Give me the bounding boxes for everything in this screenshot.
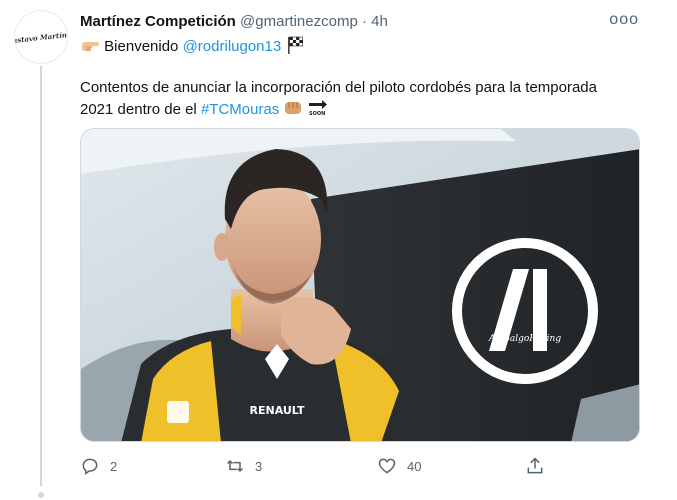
welcome-line: Bienvenido @rodrilugon13 (80, 36, 305, 57)
retweet-count: 3 (255, 458, 263, 474)
welcome-text: Bienvenido (104, 38, 179, 55)
heart-icon (378, 458, 396, 474)
like-count: 40 (407, 458, 422, 474)
oncoming-fist-emoji (285, 102, 302, 114)
tweet-header: Martínez Competición @gmartinezcomp · 4h (80, 12, 388, 32)
retweet-icon (226, 459, 244, 473)
backhand-index-pointing-right-emoji (82, 42, 99, 51)
tweet-body-text: Contentos de anunciar la incorporación d… (80, 79, 597, 118)
thread-line (40, 66, 42, 486)
svg-text:SOON: SOON (309, 111, 325, 117)
reply-icon (82, 458, 98, 475)
like-button[interactable]: 40 (377, 452, 421, 480)
display-name[interactable]: Martínez Competición (80, 13, 236, 30)
thread-dot (38, 492, 44, 498)
tweet-actions: 2 3 40 (80, 452, 550, 480)
tweet-photo[interactable]: AnibalgoRacing RENAULT (80, 128, 640, 442)
share-button[interactable] (525, 452, 555, 480)
photo-illustration: AnibalgoRacing RENAULT (81, 129, 639, 441)
avatar-logo-text: Gustavo Martínez (14, 28, 68, 46)
avatar[interactable]: Gustavo Martínez (14, 10, 68, 64)
reply-count: 2 (110, 458, 118, 474)
timestamp[interactable]: 4h (371, 13, 388, 30)
reply-button[interactable]: 2 (80, 452, 117, 480)
more-options-icon[interactable]: ooo (609, 11, 639, 29)
mention-link[interactable]: @rodrilugon13 (183, 38, 282, 55)
share-icon (527, 457, 543, 474)
suit-brand-text: RENAULT (250, 404, 305, 417)
hashtag-link[interactable]: #TCMouras (201, 101, 279, 118)
user-handle[interactable]: @gmartinezcomp (240, 13, 358, 30)
separator-dot: · (361, 13, 367, 30)
chequered-flag-emoji (288, 36, 304, 54)
tweet-card[interactable]: Gustavo Martínez Martínez Competición @g… (0, 0, 677, 500)
soon-arrow-emoji: SOON (308, 100, 327, 117)
photo-logo-text: AnibalgoRacing (488, 334, 561, 344)
retweet-button[interactable]: 3 (225, 452, 262, 480)
tweet-text: Contentos de anunciar la incorporación d… (80, 77, 620, 121)
